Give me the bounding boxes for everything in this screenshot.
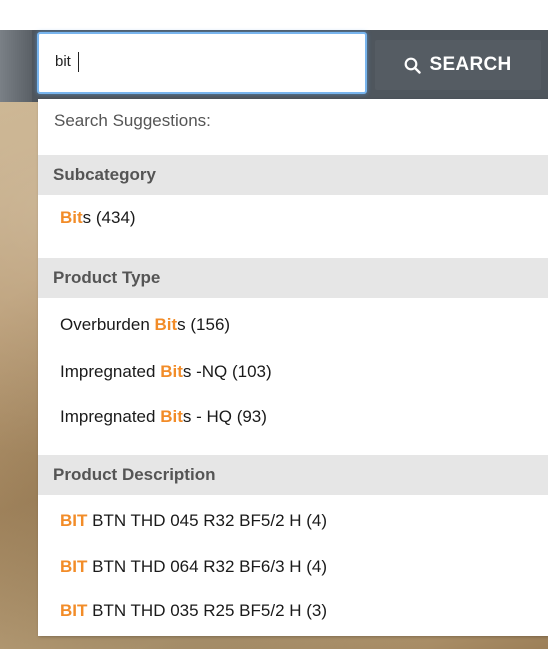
suggestion-item[interactable]: Impregnated Bits -NQ (103) bbox=[60, 362, 272, 382]
suggestion-text: s (434) bbox=[82, 208, 136, 227]
match-highlight: Bit bbox=[60, 208, 83, 227]
suggestion-item[interactable]: BIT BTN THD 035 R25 BF5/2 H (3) bbox=[60, 601, 327, 621]
suggestion-item[interactable]: BIT BTN THD 064 R32 BF6/3 H (4) bbox=[60, 557, 327, 577]
suggestion-text: Overburden bbox=[60, 315, 155, 334]
match-highlight: Bit bbox=[160, 407, 183, 426]
suggestion-text: s -NQ (103) bbox=[182, 362, 272, 381]
suggestion-item[interactable]: Bits (434) bbox=[60, 208, 136, 228]
suggestion-text: BTN THD 035 R25 BF5/2 H (3) bbox=[87, 601, 328, 620]
suggestion-text: BTN THD 045 R32 BF5/2 H (4) bbox=[87, 511, 328, 530]
search-suggestions-dropdown: Search Suggestions: Subcategory Bits (43… bbox=[38, 99, 548, 636]
match-highlight: Bit bbox=[154, 315, 178, 334]
suggestion-text: Impregnated bbox=[60, 407, 161, 426]
match-highlight: Bit bbox=[160, 362, 183, 381]
match-highlight: BIT bbox=[60, 601, 88, 620]
match-highlight: BIT bbox=[60, 557, 88, 576]
header-left-strip bbox=[0, 30, 32, 102]
match-highlight: BIT bbox=[60, 511, 88, 530]
suggestion-item[interactable]: Overburden Bits (156) bbox=[60, 315, 230, 335]
search-button[interactable]: SEARCH bbox=[375, 40, 541, 90]
suggestion-text: Impregnated bbox=[60, 362, 161, 381]
suggestion-text: s (156) bbox=[177, 315, 231, 334]
search-button-label: SEARCH bbox=[429, 54, 512, 75]
suggestion-item[interactable]: BIT BTN THD 045 R32 BF5/2 H (4) bbox=[60, 511, 327, 531]
search-field[interactable] bbox=[37, 32, 367, 94]
suggestion-text: BTN THD 064 R32 BF6/3 H (4) bbox=[87, 557, 328, 576]
section-header-product-type: Product Type bbox=[38, 258, 548, 298]
suggestion-text: s - HQ (93) bbox=[182, 407, 267, 426]
text-caret bbox=[78, 52, 79, 72]
suggestions-title: Search Suggestions: bbox=[54, 111, 211, 130]
search-input[interactable] bbox=[55, 53, 345, 70]
search-icon bbox=[405, 57, 422, 74]
suggestion-item[interactable]: Impregnated Bits - HQ (93) bbox=[60, 407, 267, 427]
section-header-product-description: Product Description bbox=[38, 455, 548, 495]
section-header-subcategory: Subcategory bbox=[38, 155, 548, 195]
